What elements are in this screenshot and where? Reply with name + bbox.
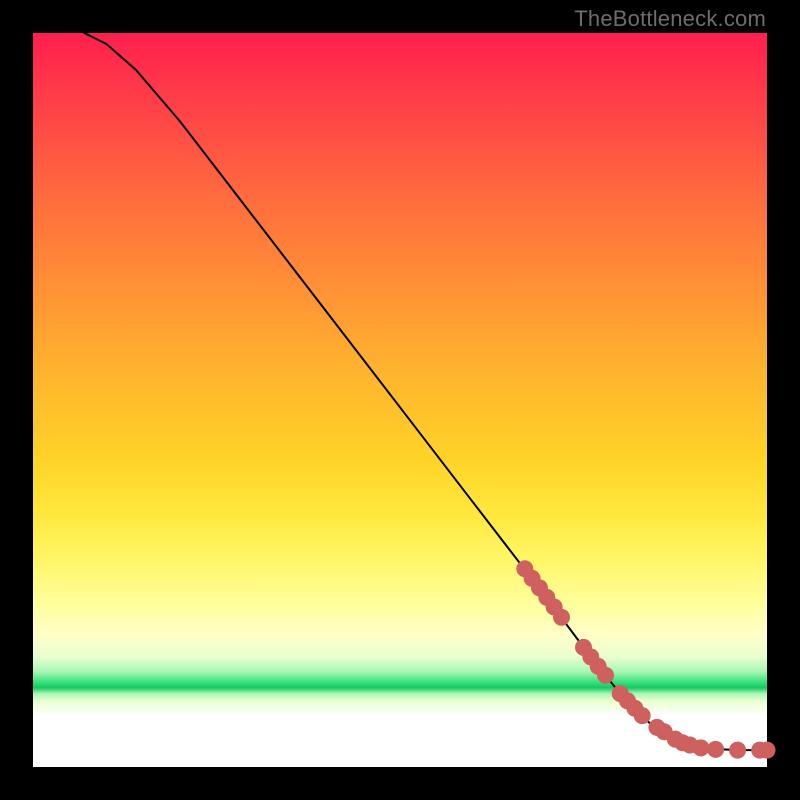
marker-group xyxy=(516,560,775,758)
curve-svg xyxy=(33,33,767,767)
data-marker xyxy=(634,707,651,724)
chart-frame: TheBottleneck.com xyxy=(0,0,800,800)
data-marker xyxy=(729,742,746,759)
attribution-text: TheBottleneck.com xyxy=(574,6,766,32)
bottleneck-curve xyxy=(84,33,767,750)
data-marker xyxy=(553,609,570,626)
data-marker xyxy=(759,742,776,759)
data-marker xyxy=(692,739,709,756)
plot-area xyxy=(33,33,767,767)
data-marker xyxy=(597,667,614,684)
data-marker xyxy=(707,741,724,758)
